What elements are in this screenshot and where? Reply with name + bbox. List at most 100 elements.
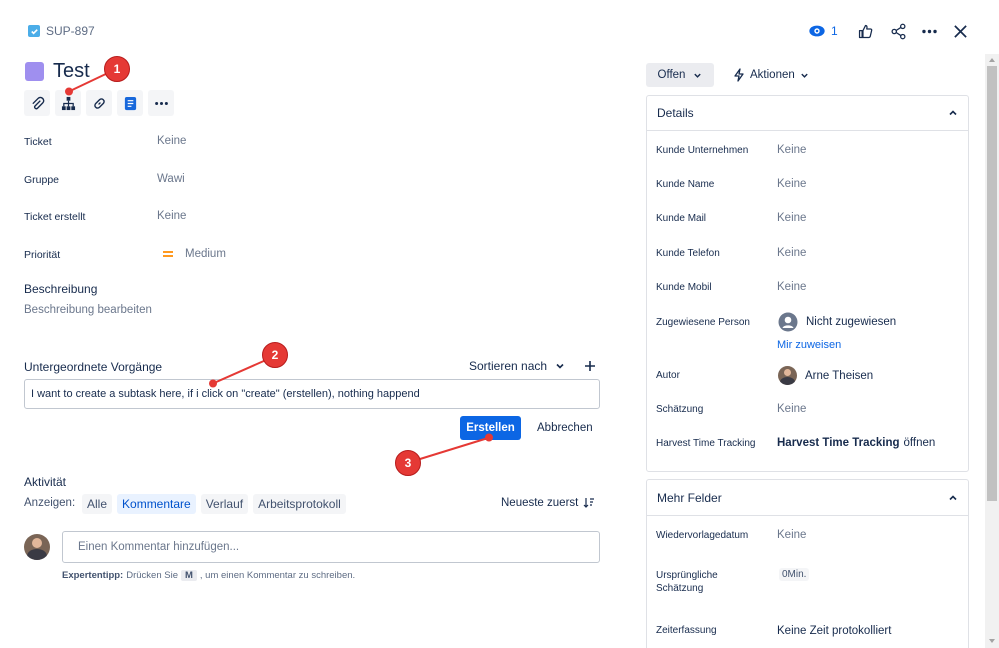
status-label: Offen	[657, 69, 686, 81]
detail-label-phone: Kunde Telefon	[656, 248, 720, 259]
field-value-ticket[interactable]: Keine	[157, 135, 186, 147]
activity-sort-label: Neueste zuerst	[501, 497, 579, 509]
field-label-ticket: Ticket	[24, 136, 52, 148]
detail-value-company[interactable]: Keine	[777, 144, 806, 156]
issue-title[interactable]: Test	[53, 60, 90, 83]
details-header[interactable]: Details	[647, 96, 968, 131]
callout-3: 3	[395, 450, 421, 476]
scrollbar-track[interactable]	[985, 54, 999, 648]
more-actions-button[interactable]	[148, 90, 174, 116]
chevron-up-icon	[949, 494, 957, 500]
actions-dropdown[interactable]: Aktionen	[733, 68, 809, 82]
detail-value-mobile[interactable]: Keine	[777, 281, 806, 293]
filter-all[interactable]: Alle	[82, 494, 113, 514]
attach-button[interactable]	[24, 90, 50, 116]
harvest-bold: Harvest Time Tracking	[777, 437, 900, 449]
description-placeholder[interactable]: Beschreibung bearbeiten	[24, 304, 152, 316]
comment-input[interactable]: Einen Kommentar hinzufügen...	[62, 531, 600, 563]
detail-label-estimate: Schätzung	[656, 404, 704, 415]
expert-tip: Expertentipp: Drücken Sie M , um einen K…	[62, 570, 355, 581]
expert-tip-post: , um einen Kommentar zu schreiben.	[199, 570, 356, 581]
harvest-field[interactable]: Harvest Time Tracking öffnen	[777, 437, 935, 449]
scroll-up-arrow-icon[interactable]	[988, 56, 996, 64]
filter-history[interactable]: Verlauf	[200, 494, 249, 514]
field-label-gruppe: Gruppe	[24, 174, 60, 186]
author-field[interactable]: Arne Theisen	[778, 366, 873, 385]
subtask-input[interactable]: I want to create a subtask here, if i cl…	[24, 379, 600, 409]
filter-comments[interactable]: Kommentare	[117, 494, 196, 514]
detail-label-mobile: Kunde Mobil	[656, 282, 712, 293]
sort-descending-icon	[583, 498, 595, 508]
description-heading: Beschreibung	[24, 282, 98, 296]
detail-label-company: Kunde Unternehmen	[656, 145, 749, 156]
thumbs-up-icon[interactable]	[857, 23, 874, 40]
detail-label-name: Kunde Name	[656, 179, 715, 190]
more-icon	[154, 101, 168, 105]
chevron-down-icon	[556, 363, 564, 369]
share-icon[interactable]	[890, 23, 907, 40]
link-issue-button[interactable]	[86, 90, 112, 116]
author-value: Arne Theisen	[805, 369, 874, 382]
chevron-up-icon	[949, 110, 957, 116]
close-icon[interactable]	[953, 24, 968, 39]
detail-label-author: Autor	[656, 370, 680, 381]
subtasks-heading: Untergeordnete Vorgänge	[24, 360, 163, 374]
lightning-icon	[734, 68, 744, 82]
more-fields-header[interactable]: Mehr Felder	[647, 480, 968, 516]
expert-tip-bold: Expertentipp:	[62, 570, 124, 581]
user-avatar	[24, 534, 50, 560]
assign-to-me-link[interactable]: Mir zuweisen	[777, 339, 841, 351]
detail-value-phone[interactable]: Keine	[777, 247, 806, 259]
activity-sort-button[interactable]: Neueste zuerst	[501, 497, 595, 509]
field-value-gruppe[interactable]: Wawi	[157, 173, 185, 185]
detail-label-mail: Kunde Mail	[656, 213, 707, 224]
link-icon	[93, 97, 105, 109]
add-child-issue-button[interactable]	[55, 90, 81, 116]
more-label-time: Zeiterfassung	[656, 625, 717, 636]
field-value-priority[interactable]: Medium	[185, 248, 226, 260]
priority-medium-icon	[163, 251, 173, 257]
actions-label: Aktionen	[750, 69, 795, 81]
field-label-priority: Priorität	[24, 249, 61, 261]
chevron-down-icon	[801, 73, 808, 78]
detail-value-name[interactable]: Keine	[777, 178, 806, 190]
detail-label-assignee: Zugewiesene Person	[656, 317, 750, 328]
more-label-original-1: Ursprüngliche	[656, 570, 718, 581]
create-button[interactable]: Erstellen	[460, 416, 521, 440]
watch-count: 1	[831, 24, 838, 38]
expert-tip-key: M	[180, 570, 197, 581]
filter-worklog[interactable]: Arbeitsprotokoll	[253, 494, 346, 514]
scrollbar-thumb[interactable]	[987, 66, 997, 501]
hierarchy-icon	[61, 96, 75, 110]
plus-icon[interactable]	[584, 360, 596, 372]
detail-value-estimate[interactable]: Keine	[777, 403, 806, 415]
harvest-open-link[interactable]: öffnen	[904, 437, 936, 449]
more-label-resubmission: Wiedervorlagedatum	[656, 530, 749, 541]
more-value-resubmission[interactable]: Keine	[777, 529, 806, 541]
status-dropdown[interactable]: Offen	[646, 63, 714, 87]
watch-button[interactable]: 1	[808, 22, 838, 40]
more-fields-panel: Mehr Felder	[646, 479, 969, 648]
more-fields-heading: Mehr Felder	[657, 490, 722, 505]
detail-value-mail[interactable]: Keine	[777, 212, 806, 224]
expert-tip-pre: Drücken Sie	[126, 570, 178, 581]
callout-2: 2	[262, 342, 288, 368]
user-placeholder-icon	[778, 312, 798, 332]
assignee-field[interactable]: Nicht zugewiesen	[778, 312, 896, 332]
detail-label-harvest: Harvest Time Tracking	[656, 438, 756, 449]
issue-type-checkbox-icon	[28, 25, 40, 37]
confluence-page-button[interactable]	[117, 90, 143, 116]
issue-key-link[interactable]: SUP-897	[46, 24, 95, 38]
more-value-time[interactable]: Keine Zeit protokolliert	[777, 625, 891, 637]
issue-type-icon	[25, 62, 44, 81]
activity-show-label: Anzeigen:	[24, 497, 76, 509]
cancel-button[interactable]: Abbrechen	[537, 422, 593, 434]
assignee-value: Nicht zugewiesen	[806, 316, 897, 328]
author-avatar	[778, 366, 797, 385]
field-value-ticket-created[interactable]: Keine	[157, 210, 186, 222]
more-icon[interactable]	[921, 23, 938, 40]
scroll-down-arrow-icon[interactable]	[988, 637, 996, 645]
more-value-original[interactable]: 0Min.	[779, 568, 810, 581]
sort-by-button[interactable]: Sortieren nach	[469, 359, 565, 373]
callout-1: 1	[104, 56, 130, 82]
